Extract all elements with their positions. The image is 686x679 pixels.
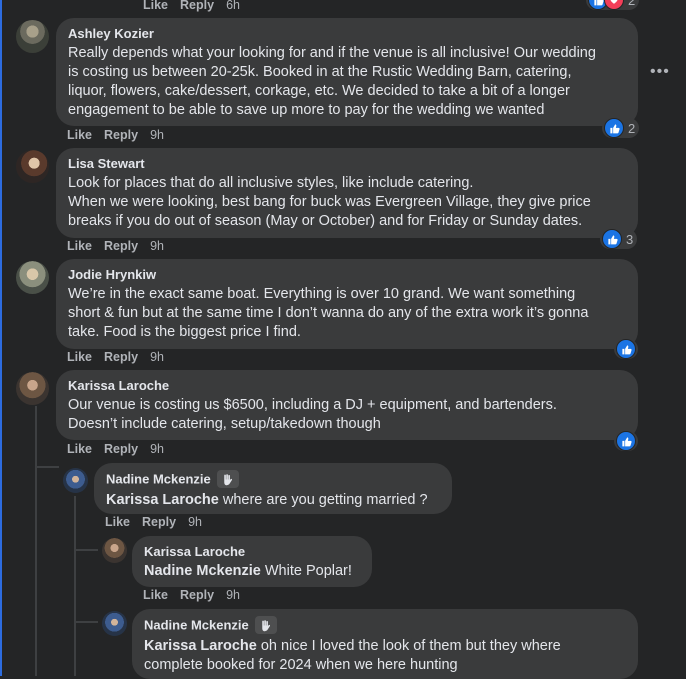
ellipsis-icon[interactable]: ••• bbox=[650, 64, 669, 80]
timestamp: 9h bbox=[150, 239, 164, 253]
reply-link[interactable]: Reply bbox=[142, 515, 176, 529]
thread-branch bbox=[35, 466, 59, 468]
comment-line: We’re in the exact same boat. Everything… bbox=[68, 286, 576, 302]
timestamp: 9h bbox=[150, 128, 164, 142]
comment-line: Doesn’t include catering, setup/takedown… bbox=[68, 416, 381, 432]
like-reaction-icon bbox=[616, 431, 636, 451]
reply-text: Karissa Laroche oh nice I loved the look… bbox=[144, 637, 626, 675]
thread-line bbox=[74, 496, 76, 676]
comment-actions: Like Reply 9h bbox=[67, 350, 164, 364]
comment-line: short & fun but at the same time I don’t… bbox=[68, 305, 589, 321]
reaction-summary[interactable]: 3 bbox=[600, 229, 638, 249]
comment-line: Look for places that do all inclusive st… bbox=[68, 175, 474, 191]
selection-edge bbox=[0, 0, 2, 676]
like-link[interactable]: Like bbox=[67, 128, 92, 142]
avatar[interactable] bbox=[16, 150, 49, 183]
comment-text: We’re in the exact same boat. Everything… bbox=[68, 285, 626, 342]
reply-author-name[interactable]: Nadine Mckenzie bbox=[106, 471, 211, 486]
comment-author[interactable]: Lisa Stewart bbox=[68, 156, 626, 172]
reply-link[interactable]: Reply bbox=[104, 350, 138, 364]
reply-author: Nadine Mckenzie bbox=[144, 616, 626, 635]
avatar[interactable] bbox=[63, 468, 88, 493]
timestamp: 9h bbox=[188, 515, 202, 529]
like-link[interactable]: Like bbox=[67, 350, 92, 364]
avatar[interactable] bbox=[16, 20, 49, 53]
reply-link[interactable]: Reply bbox=[104, 128, 138, 142]
comment-line: breaks if you do out of season (May or O… bbox=[68, 213, 583, 229]
reply-author[interactable]: Karissa Laroche bbox=[144, 544, 360, 560]
reply-message: where are you getting married ? bbox=[218, 492, 428, 508]
reply-bubble: Nadine Mckenzie Karissa Laroche where ar… bbox=[94, 463, 452, 514]
comment-text: Look for places that do all inclusive st… bbox=[68, 174, 626, 231]
like-link[interactable]: Like bbox=[143, 0, 168, 12]
wave-badge-icon bbox=[254, 616, 277, 634]
reaction-count: 3 bbox=[626, 231, 634, 247]
wave-badge-icon bbox=[216, 470, 239, 488]
mention-link[interactable]: Nadine Mckenzie bbox=[144, 563, 261, 579]
like-link[interactable]: Like bbox=[67, 442, 92, 456]
reaction-summary[interactable] bbox=[614, 339, 638, 359]
reply-bubble: Karissa Laroche Nadine Mckenzie White Po… bbox=[132, 536, 372, 587]
comment-text: Really depends what your looking for and… bbox=[68, 44, 626, 120]
like-reaction-icon bbox=[616, 339, 636, 359]
reply-text: Nadine Mckenzie White Poplar! bbox=[144, 562, 360, 581]
reply-message: White Poplar! bbox=[260, 563, 352, 579]
avatar[interactable] bbox=[102, 611, 127, 636]
reply-link[interactable]: Reply bbox=[104, 442, 138, 456]
comment-author[interactable]: Ashley Kozier bbox=[68, 26, 626, 42]
comment-actions: Like Reply 9h bbox=[67, 128, 164, 142]
reaction-summary[interactable]: 2 bbox=[602, 118, 640, 138]
comment-bubble: Ashley Kozier Really depends what your l… bbox=[56, 18, 638, 126]
reaction-count: 2 bbox=[628, 120, 636, 136]
reply-author: Nadine Mckenzie bbox=[106, 470, 440, 489]
thread-line bbox=[35, 406, 37, 676]
comment-actions: Like Reply 9h bbox=[67, 442, 164, 456]
reply-link[interactable]: Reply bbox=[180, 0, 214, 12]
reaction-count: 2 bbox=[628, 0, 636, 8]
avatar[interactable] bbox=[16, 372, 49, 405]
love-reaction-icon bbox=[604, 0, 624, 10]
comment-actions: Like Reply 9h bbox=[67, 239, 164, 253]
comment-author[interactable]: Karissa Laroche bbox=[68, 378, 626, 394]
thread-branch bbox=[74, 549, 98, 551]
comment-line: engagement to be able to save up more to… bbox=[68, 102, 545, 118]
comment-bubble: Lisa Stewart Look for places that do all… bbox=[56, 148, 638, 238]
comment-actions: Like Reply 6h bbox=[143, 0, 240, 12]
like-link[interactable]: Like bbox=[143, 588, 168, 602]
comment-line: liquor, flowers, cake/dessert, corkage, … bbox=[68, 83, 570, 99]
comment-line: When we were looking, best bang for buck… bbox=[68, 194, 591, 210]
like-reaction-icon bbox=[604, 118, 624, 138]
reply-message-line: complete booked for 2024 when we here hu… bbox=[144, 657, 458, 673]
reply-link[interactable]: Reply bbox=[104, 239, 138, 253]
comment-line: Our venue is costing us $6500, including… bbox=[68, 397, 557, 413]
reaction-summary[interactable]: 2 bbox=[586, 0, 640, 10]
timestamp: 9h bbox=[150, 350, 164, 364]
reply-link[interactable]: Reply bbox=[180, 588, 214, 602]
comment-author[interactable]: Jodie Hrynkiw bbox=[68, 267, 626, 283]
mention-link[interactable]: Karissa Laroche bbox=[106, 492, 219, 508]
thread-branch bbox=[74, 621, 98, 623]
comment-bubble: Karissa Laroche Our venue is costing us … bbox=[56, 370, 638, 440]
timestamp: 6h bbox=[226, 0, 240, 12]
reaction-summary[interactable] bbox=[614, 431, 638, 451]
mention-link[interactable]: Karissa Laroche bbox=[144, 638, 257, 654]
comment-text: Our venue is costing us $6500, including… bbox=[68, 396, 626, 434]
reply-author-name[interactable]: Nadine Mckenzie bbox=[144, 617, 249, 632]
timestamp: 9h bbox=[150, 442, 164, 456]
comment-line: take. Food is the biggest price I find. bbox=[68, 324, 301, 340]
like-reaction-icon bbox=[602, 229, 622, 249]
avatar[interactable] bbox=[102, 538, 127, 563]
comment-line: Really depends what your looking for and… bbox=[68, 45, 596, 61]
comment-line: is costing us between 20-25k. Booked in … bbox=[68, 64, 572, 80]
timestamp: 9h bbox=[226, 588, 240, 602]
reply-message: oh nice I loved the look of them but the… bbox=[256, 638, 561, 654]
reply-text: Karissa Laroche where are you getting ma… bbox=[106, 491, 440, 510]
reply-actions: Like Reply 9h bbox=[143, 588, 240, 602]
avatar[interactable] bbox=[16, 261, 49, 294]
reply-actions: Like Reply 9h bbox=[105, 515, 202, 529]
comment-bubble: Jodie Hrynkiw We’re in the exact same bo… bbox=[56, 259, 638, 349]
like-link[interactable]: Like bbox=[105, 515, 130, 529]
reply-bubble: Nadine Mckenzie Karissa Laroche oh nice … bbox=[132, 609, 638, 679]
like-link[interactable]: Like bbox=[67, 239, 92, 253]
